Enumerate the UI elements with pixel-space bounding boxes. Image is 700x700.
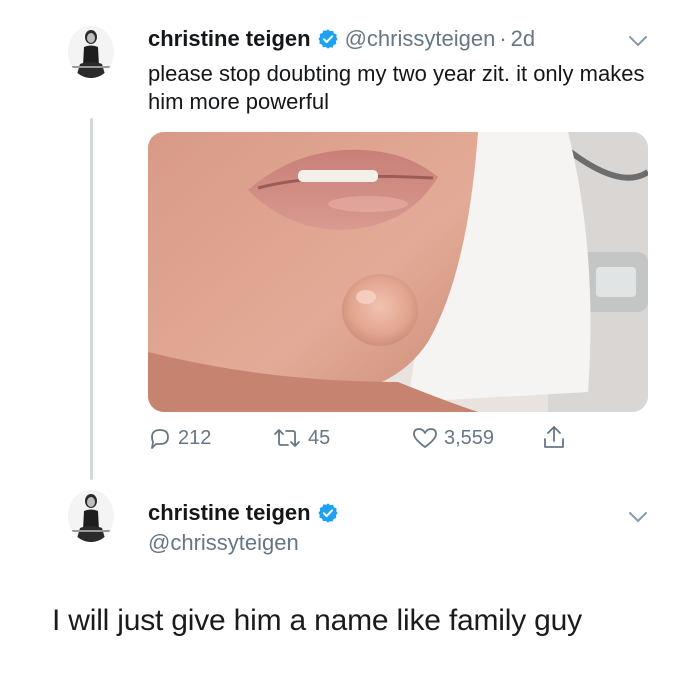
- reply-header: christine teigen: [148, 500, 339, 526]
- thread-connector-line: [90, 118, 93, 480]
- tweet-text: please stop doubting my two year zit. it…: [148, 61, 645, 114]
- reply-icon: [151, 429, 169, 449]
- like-count: 3,559: [444, 426, 495, 449]
- retweet-icon: [274, 429, 300, 447]
- user-handle[interactable]: @chrissyteigen: [148, 530, 299, 556]
- reply-count: 212: [178, 426, 212, 449]
- tweet-photo[interactable]: [148, 132, 648, 412]
- caption-text: I will just give him a name like family …: [52, 604, 582, 637]
- like-button[interactable]: 3,559: [412, 426, 494, 450]
- retweet-count: 45: [308, 426, 331, 449]
- heart-icon: [413, 428, 437, 448]
- reply-button[interactable]: 212: [148, 426, 211, 450]
- verified-badge-icon: [317, 28, 339, 50]
- share-icon: [544, 426, 564, 448]
- avatar[interactable]: [68, 26, 114, 78]
- user-handle[interactable]: @chrissyteigen: [345, 26, 496, 52]
- verified-badge-icon: [317, 502, 339, 524]
- chevron-down-icon[interactable]: [628, 34, 648, 48]
- avatar[interactable]: [68, 490, 114, 542]
- timestamp[interactable]: 2d: [511, 26, 535, 52]
- chevron-down-icon[interactable]: [628, 510, 648, 524]
- separator-dot: ·: [499, 26, 507, 51]
- retweet-button[interactable]: 45: [272, 426, 330, 450]
- tweet-header: christine teigen @chrissyteigen · 2d: [148, 26, 535, 52]
- share-button[interactable]: [542, 424, 572, 450]
- display-name[interactable]: christine teigen: [148, 500, 311, 526]
- display-name[interactable]: christine teigen: [148, 26, 311, 52]
